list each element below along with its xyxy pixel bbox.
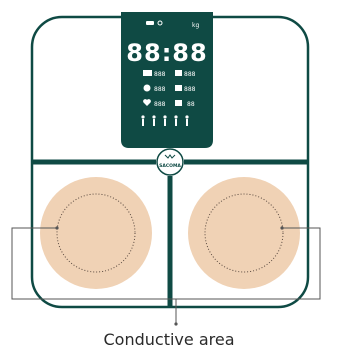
callout-label: Conductive area: [103, 330, 235, 349]
leader-dot: [55, 226, 59, 230]
main-readout: 88:88: [126, 39, 207, 67]
muscle-icon: [143, 84, 151, 92]
unit-label: kg: [192, 22, 199, 29]
bone-icon: [175, 100, 182, 106]
metric-value: 888: [184, 86, 196, 93]
metric-value: 888: [154, 71, 166, 78]
battery-icon: [146, 21, 154, 25]
body-fat-icon: [143, 70, 152, 76]
leader-dot: [174, 322, 178, 326]
bmi-icon: [175, 70, 182, 76]
brand-logo-badge: [156, 148, 184, 176]
metric-value: 888: [154, 86, 166, 93]
leader-dot: [280, 226, 284, 230]
metric-value: 888: [154, 101, 166, 108]
metric-value: 888: [184, 71, 196, 78]
metric-value: 88: [187, 101, 195, 108]
scale-diagram: kg 88:88 888 888 888 888 888 88 SACOMA: [11, 12, 321, 326]
brand-logo-text: SACOMA: [159, 163, 181, 169]
water-icon: [175, 85, 182, 91]
display-panel: [121, 12, 213, 148]
